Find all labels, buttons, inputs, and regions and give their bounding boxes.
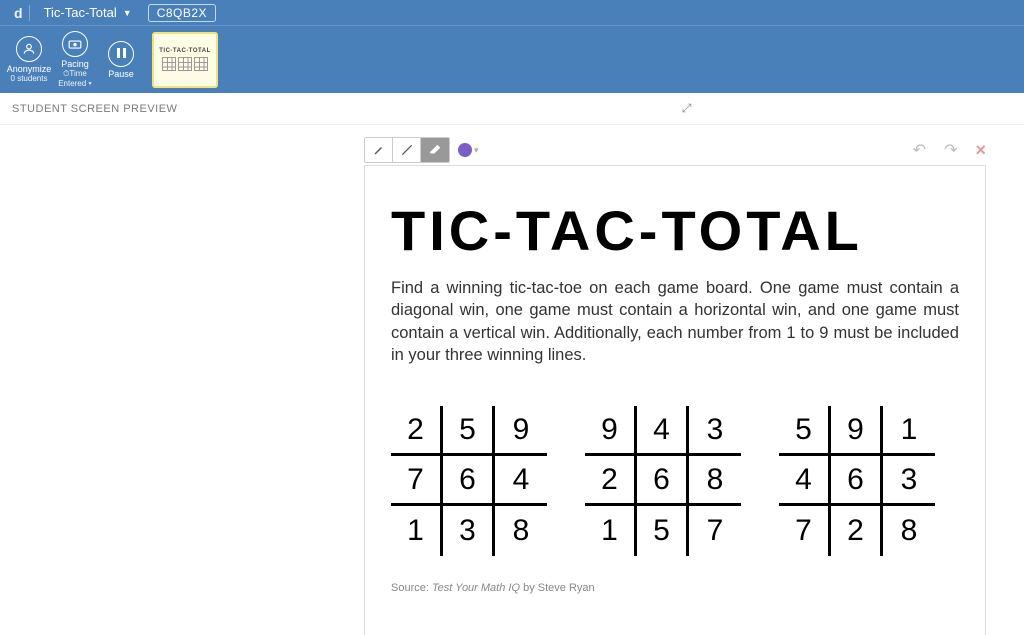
worksheet-instructions: Find a winning tic-tac-toe on each game … xyxy=(391,277,959,366)
board-cell: 3 xyxy=(443,506,495,556)
app-header: d Tic-Tac-Total ▼ C8QB2X Anonymize 0 stu… xyxy=(0,0,1024,93)
game-board: 943 268 157 xyxy=(585,406,741,556)
header-toolbar: Anonymize 0 students Pacing ⏱Time Entere… xyxy=(0,26,1024,93)
game-board: 259 764 138 xyxy=(391,406,547,556)
board-cell: 5 xyxy=(637,506,689,556)
close-button[interactable]: × xyxy=(975,140,986,161)
color-picker-button[interactable] xyxy=(458,143,472,157)
board-cell: 7 xyxy=(391,456,443,506)
thumbnail-grids xyxy=(162,57,208,71)
activity-title-label: Tic-Tac-Total xyxy=(44,5,117,20)
board-cell: 4 xyxy=(495,456,547,506)
preview-label: STUDENT SCREEN PREVIEW xyxy=(12,103,177,115)
source-suffix: by Steve Ryan xyxy=(520,582,595,594)
pause-button[interactable]: Pause xyxy=(100,41,142,79)
worksheet-source: Source: Test Your Math IQ by Steve Ryan xyxy=(391,582,959,594)
header-top-row: d Tic-Tac-Total ▼ C8QB2X xyxy=(0,0,1024,26)
pause-icon xyxy=(108,41,134,67)
app-logo[interactable]: d xyxy=(8,5,30,21)
board-cell: 3 xyxy=(883,456,935,506)
board-cell: 9 xyxy=(585,406,637,456)
slide-thumbnail[interactable]: TIC-TAC-TOTAL xyxy=(152,32,218,88)
pacing-label: Pacing xyxy=(61,59,89,69)
pacing-sub: ⏱Time Entered ▾ xyxy=(54,69,96,89)
anonymize-button[interactable]: Anonymize 0 students xyxy=(8,36,50,83)
preview-row: STUDENT SCREEN PREVIEW ⤢ xyxy=(0,93,1024,125)
board-cell: 8 xyxy=(495,506,547,556)
pencil-tool-button[interactable] xyxy=(365,138,393,162)
toolbar-right: ↶ ↷ × xyxy=(913,140,986,161)
board-cell: 5 xyxy=(443,406,495,456)
board-cell: 7 xyxy=(689,506,741,556)
redo-button[interactable]: ↷ xyxy=(944,140,957,160)
class-code-box[interactable]: C8QB2X xyxy=(148,4,216,22)
undo-button[interactable]: ↶ xyxy=(913,140,926,160)
anonymize-label: Anonymize xyxy=(7,64,52,74)
board-cell: 9 xyxy=(495,406,547,456)
board-cell: 2 xyxy=(585,456,637,506)
anonymize-icon xyxy=(16,36,42,62)
drawing-toolbar: ▾ ↶ ↷ × xyxy=(364,137,986,163)
thumbnail-label: TIC-TAC-TOTAL xyxy=(159,48,211,54)
board-cell: 4 xyxy=(637,406,689,456)
board-cell: 3 xyxy=(689,406,741,456)
anonymize-sub: 0 students xyxy=(11,74,48,83)
worksheet-title: TIC-TAC-TOTAL xyxy=(391,198,959,263)
board-cell: 1 xyxy=(883,406,935,456)
board-cell: 6 xyxy=(443,456,495,506)
pacing-icon xyxy=(62,31,88,57)
chevron-down-icon: ▼ xyxy=(123,8,132,18)
board-cell: 8 xyxy=(689,456,741,506)
pacing-button[interactable]: Pacing ⏱Time Entered ▾ xyxy=(54,31,96,89)
chevron-down-icon: ▾ xyxy=(474,145,479,156)
eraser-tool-button[interactable] xyxy=(421,138,449,162)
board-cell: 6 xyxy=(637,456,689,506)
board-cell: 7 xyxy=(779,506,831,556)
board-cell: 2 xyxy=(391,406,443,456)
board-cell: 4 xyxy=(779,456,831,506)
board-cell: 2 xyxy=(831,506,883,556)
activity-title-dropdown[interactable]: Tic-Tac-Total ▼ xyxy=(38,4,138,21)
worksheet-page: TIC-TAC-TOTAL Find a winning tic-tac-toe… xyxy=(364,165,986,635)
board-cell: 5 xyxy=(779,406,831,456)
line-tool-button[interactable] xyxy=(393,138,421,162)
fullscreen-icon[interactable]: ⤢ xyxy=(682,101,692,116)
source-prefix: Source: xyxy=(391,582,432,594)
drawing-tool-group xyxy=(364,137,450,163)
game-board: 591 463 728 xyxy=(779,406,935,556)
canvas-area: ▾ ↶ ↷ × TIC-TAC-TOTAL Find a winning tic… xyxy=(0,125,1024,635)
board-cell: 1 xyxy=(391,506,443,556)
pause-label: Pause xyxy=(108,69,134,79)
board-cell: 9 xyxy=(831,406,883,456)
board-cell: 6 xyxy=(831,456,883,506)
board-cell: 8 xyxy=(883,506,935,556)
boards-container: 259764138943268157591463728 xyxy=(391,406,959,556)
source-title: Test Your Math IQ xyxy=(432,582,520,594)
board-cell: 1 xyxy=(585,506,637,556)
